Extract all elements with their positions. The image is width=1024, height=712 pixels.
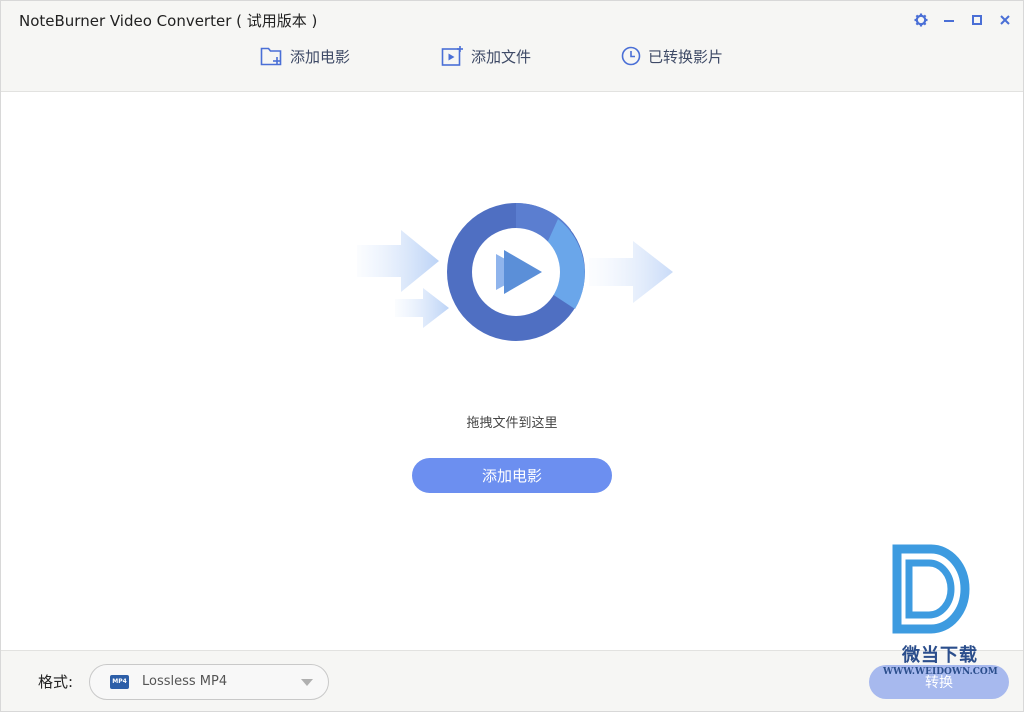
add-file-tool[interactable]: 添加文件 [441,45,531,67]
mp4-icon: MP4 [110,675,129,689]
gear-icon [914,13,928,27]
window-title: NoteBurner Video Converter ( 试用版本 ) [19,12,318,30]
arrow-in-lower-icon [395,288,449,328]
clock-icon [621,46,641,66]
format-select[interactable]: MP4 Lossless MP4 [89,664,329,700]
converted-tool-label: 已转换影片 [648,47,724,66]
maximize-button[interactable] [969,12,985,28]
app-window: NoteBurner Video Converter ( 试用版本 ) 添加电影… [0,0,1024,712]
drop-area[interactable]: 拖拽文件到这里 添加电影 [1,92,1023,650]
arrow-out-icon [589,241,673,303]
close-button[interactable] [997,12,1013,28]
minimize-icon [944,20,954,22]
drop-hint: 拖拽文件到这里 [466,416,558,431]
close-icon [1000,15,1010,25]
header-bar: NoteBurner Video Converter ( 试用版本 ) 添加电影… [1,1,1023,92]
format-value: Lossless MP4 [142,674,228,689]
settings-button[interactable] [913,12,929,28]
toolbar: 添加电影 添加文件 已转换影片 [1,45,1023,75]
chevron-down-icon [301,679,313,686]
video-add-icon [441,46,463,66]
add-movie-tool[interactable]: 添加电影 [260,45,350,67]
add-movie-tool-label: 添加电影 [290,47,351,66]
add-movie-button[interactable]: 添加电影 [412,458,612,493]
format-label: 格式: [38,673,74,691]
footer-bar: 格式: MP4 Lossless MP4 转换 [1,650,1023,711]
minimize-button[interactable] [941,12,957,28]
add-file-tool-label: 添加文件 [471,47,532,66]
folder-add-icon [260,47,282,66]
window-controls [913,12,1013,28]
converted-tool[interactable]: 已转换影片 [620,45,723,67]
convert-button[interactable]: 转换 [869,665,1009,699]
maximize-icon [972,15,982,25]
arrow-in-upper-icon [357,230,439,292]
drop-illustration [357,202,673,341]
